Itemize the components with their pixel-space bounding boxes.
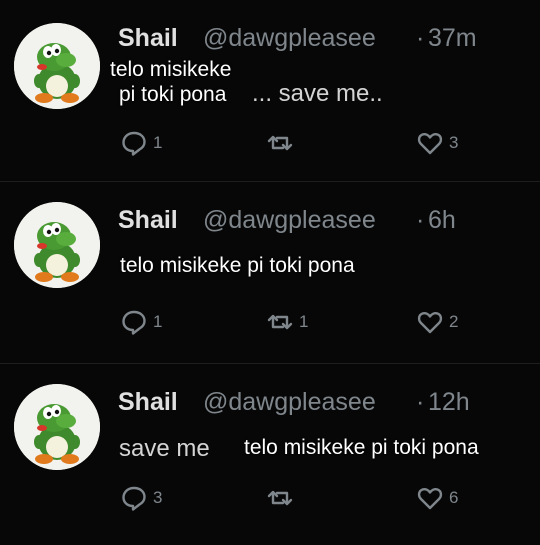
like-count: 2 <box>449 312 459 331</box>
retweet-icon <box>267 135 293 151</box>
user-handle[interactable]: @dawgpleasee <box>203 206 376 235</box>
retweet-icon <box>267 314 293 330</box>
tweet-text: ... save me.. <box>252 80 383 107</box>
avatar-character-icon <box>14 202 100 288</box>
retweet-icon <box>267 490 293 506</box>
timestamp[interactable]: 12h <box>428 388 470 417</box>
avatar[interactable] <box>14 202 100 288</box>
reply-count: 3 <box>153 488 163 507</box>
timestamp[interactable]: 37m <box>428 24 477 53</box>
retweet-button[interactable]: 1 <box>266 308 308 336</box>
user-handle[interactable]: @dawgpleasee <box>203 388 376 417</box>
retweet-count: 1 <box>299 312 309 331</box>
tweet-text: save me <box>119 435 210 462</box>
reply-icon <box>122 310 146 335</box>
like-count: 3 <box>449 133 459 152</box>
tweet[interactable]: Shail @dawgpleasee · 12h save me telo mi… <box>0 364 540 545</box>
avatar[interactable] <box>14 384 100 470</box>
like-icon <box>417 132 443 155</box>
reply-count: 1 <box>153 133 163 152</box>
separator-dot: · <box>416 388 425 416</box>
display-name[interactable]: Shail <box>118 206 178 235</box>
like-button[interactable]: 2 <box>416 308 458 336</box>
display-name[interactable]: Shail <box>118 388 178 417</box>
reply-button[interactable]: 1 <box>120 129 162 157</box>
separator-dot: · <box>416 24 425 52</box>
like-button[interactable]: 3 <box>416 129 458 157</box>
like-count: 6 <box>449 488 459 507</box>
like-icon <box>417 311 443 334</box>
reply-icon <box>122 486 146 511</box>
display-name[interactable]: Shail <box>118 24 178 53</box>
timestamp[interactable]: 6h <box>428 206 456 235</box>
tweet[interactable]: Shail @dawgpleasee · 37m telo misikeke p… <box>0 0 540 181</box>
caption-line: telo misikeke pi toki pona <box>120 254 355 277</box>
separator-dot: · <box>416 206 425 234</box>
reply-count: 1 <box>153 312 163 331</box>
like-icon <box>417 487 443 510</box>
avatar[interactable] <box>14 23 100 109</box>
like-button[interactable]: 6 <box>416 484 458 512</box>
reply-icon <box>122 131 146 156</box>
retweet-button[interactable] <box>266 484 299 512</box>
retweet-button[interactable] <box>266 129 299 157</box>
avatar-character-icon <box>14 23 100 109</box>
avatar-character-icon <box>14 384 100 470</box>
reply-button[interactable]: 3 <box>120 484 162 512</box>
user-handle[interactable]: @dawgpleasee <box>203 24 376 53</box>
caption-line: pi toki pona <box>119 83 227 106</box>
tweet[interactable]: Shail @dawgpleasee · 6h telo misikeke pi… <box>0 182 540 363</box>
caption-line: telo misikeke <box>110 58 232 81</box>
caption-line: telo misikeke pi toki pona <box>244 436 479 459</box>
reply-button[interactable]: 1 <box>120 308 162 336</box>
